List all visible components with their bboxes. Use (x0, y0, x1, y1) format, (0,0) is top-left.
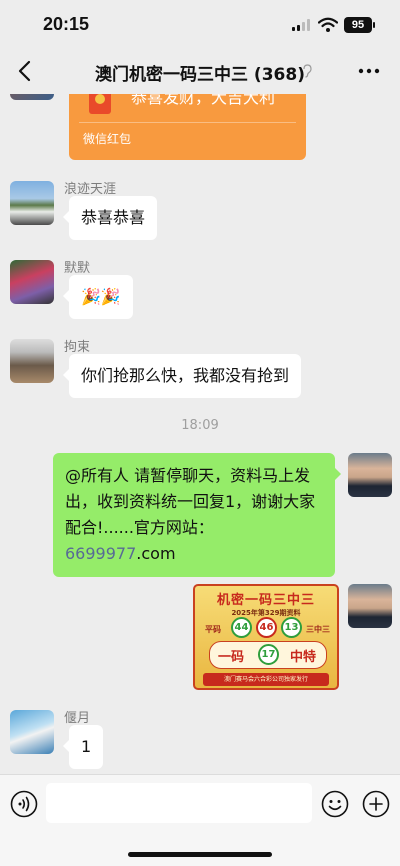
number-ball: 44 (231, 617, 252, 638)
message-text-line: 出，收到资料统一回复1，谢谢大家 (65, 492, 316, 511)
red-packet-message[interactable]: 恭喜发财，大吉大利 微信红包 (69, 94, 306, 160)
avatar[interactable] (10, 339, 54, 383)
voice-input-icon[interactable] (10, 790, 38, 818)
sender-name: 偃月 (64, 711, 91, 726)
message-text-line: @所有人 请暂停聊天，资料马上发 (65, 466, 311, 485)
avatar[interactable] (10, 181, 54, 225)
chat-header: 澳门机密一码三中三 (368) (0, 48, 400, 94)
message-text-line: .com (136, 544, 176, 563)
website-link[interactable]: 6699977 (65, 544, 136, 563)
plus-icon[interactable] (362, 790, 390, 818)
red-packet-label: 微信红包 (83, 132, 132, 146)
status-time: 20:15 (43, 14, 90, 34)
more-options-icon[interactable] (358, 68, 380, 74)
signal-icon (292, 19, 312, 31)
lottery-poster-image[interactable]: 机密一码三中三 2025年第329期资料 平码 三中三 44 46 13 一码 … (193, 584, 339, 690)
status-bar: 20:15 95 (0, 0, 400, 48)
poster-left-label: 平码 (205, 625, 221, 634)
avatar[interactable] (10, 94, 54, 100)
my-message-bubble[interactable]: @所有人 请暂停聊天，资料马上发 出，收到资料统一回复1，谢谢大家 配合!...… (53, 453, 341, 577)
chat-title: 澳门机密一码三中三 (368) (95, 65, 305, 85)
battery-indicator: 95 (344, 17, 375, 33)
red-packet-icon (89, 94, 111, 114)
home-indicator (128, 852, 272, 857)
avatar[interactable] (10, 260, 54, 304)
special-number-banner: 一码 17 中特 (209, 641, 327, 669)
back-arrow-icon[interactable] (14, 58, 38, 84)
avatar[interactable] (10, 710, 54, 754)
message-bubble[interactable]: 你们抢那么快，我都没有抢到 (62, 354, 302, 398)
message-bubble[interactable]: 🎉🎉 (63, 275, 133, 319)
chat-message-list[interactable]: 恭喜发财，大吉大利 微信红包 浪迹天涯 恭喜恭喜 默默 🎉🎉 拘束 你们抢那么快… (0, 94, 400, 774)
special-left-text: 一码 (218, 650, 245, 665)
message-bubble[interactable]: 恭喜恭喜 (62, 196, 158, 240)
message-timestamp: 18:09 (181, 418, 219, 433)
wifi-icon (318, 17, 338, 32)
message-input[interactable] (46, 783, 312, 823)
message-text-line: 配合!......官方网站： (65, 518, 214, 537)
sender-name: 浪迹天涯 (64, 182, 117, 197)
sender-name: 默默 (64, 261, 91, 276)
special-right-text: 中特 (290, 650, 317, 665)
red-packet-wish: 恭喜发财，大吉大利 (131, 94, 276, 107)
my-avatar[interactable] (348, 584, 392, 628)
message-bubble[interactable]: 1 (62, 725, 104, 769)
poster-right-label: 三中三 (306, 625, 330, 634)
number-ball: 13 (281, 617, 302, 638)
sender-name: 拘束 (64, 340, 91, 355)
special-number-ball: 17 (258, 644, 279, 665)
mute-ear-icon (303, 64, 312, 78)
my-avatar[interactable] (348, 453, 392, 497)
poster-footer: 澳门赛马会六合彩公司独家发行 (203, 673, 329, 686)
emoji-icon[interactable] (321, 790, 349, 818)
poster-title: 机密一码三中三 (216, 593, 315, 608)
number-ball: 46 (256, 617, 277, 638)
